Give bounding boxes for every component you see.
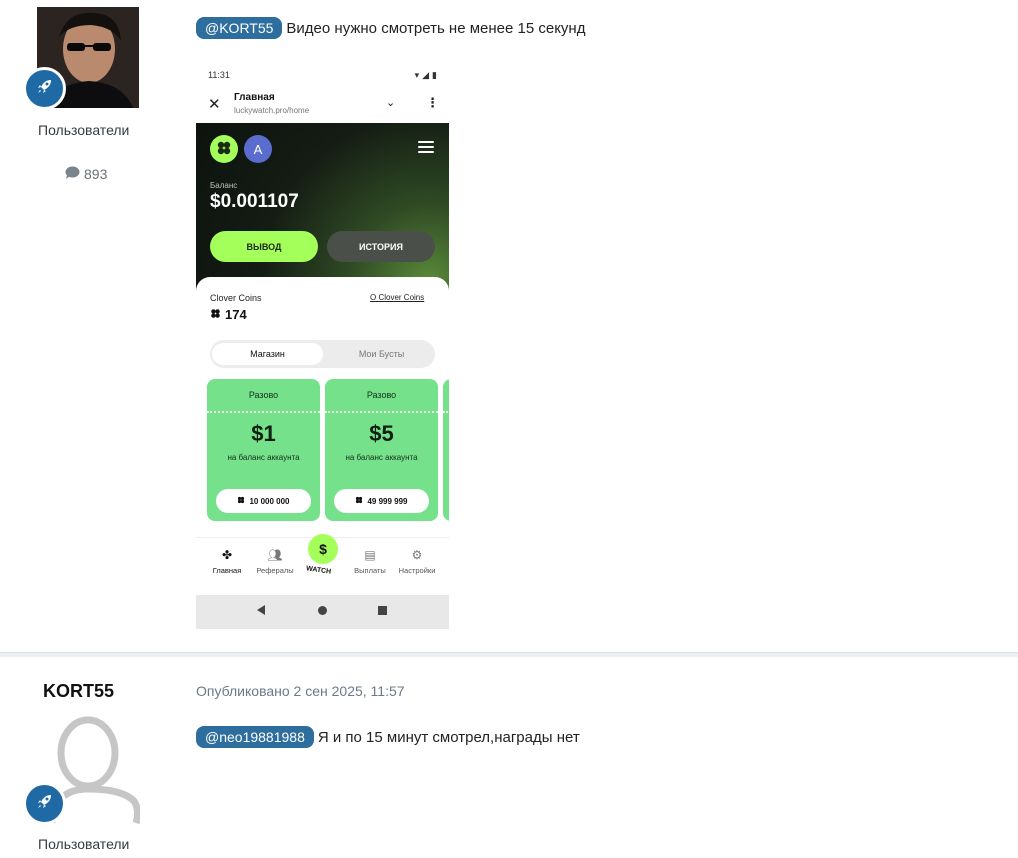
comment-icon <box>65 166 80 182</box>
clover-coins-amount: 174 <box>225 307 247 322</box>
back-icon <box>257 605 265 615</box>
close-icon: ✕ <box>208 96 221 113</box>
wallet-icon: ▤ <box>364 548 376 562</box>
clover-logo <box>210 135 238 163</box>
clover-icon <box>355 496 363 506</box>
menu-icon <box>418 141 434 153</box>
status-icons: ▾ ◢ ▮ <box>415 70 437 81</box>
offer-body: $5 на баланс аккаунта 49 999 999 <box>325 411 438 521</box>
post-text: Я и по 15 минут смотрел,награды нет <box>317 728 580 746</box>
author-name[interactable]: KORT55 <box>43 681 114 702</box>
battery-icon: ▮ <box>432 69 437 80</box>
browser-url: luckywatch.pro/home <box>234 106 310 115</box>
users-icon: 👥︎ <box>267 548 283 562</box>
app-tabbar: ✤ Главная 👥︎ Рефералы $ WATCH ▤ Выплаты … <box>196 534 449 593</box>
user-group: Пользователи <box>38 836 130 852</box>
app-card: Clover Coins О Clover Coins 174 Магазин … <box>196 277 449 537</box>
browser-title: Главная <box>234 92 275 103</box>
tab-settings-label: Настройки <box>398 566 436 575</box>
tab-my-boosts: Мои Бусты <box>358 349 405 359</box>
tab-home: ✤ Главная <box>204 548 250 575</box>
watch-button: $ <box>308 534 338 564</box>
more-vert-icon: ⋮ <box>426 95 439 110</box>
attached-screenshot[interactable]: 11:31 ▾ ◢ ▮ ✕ Главная luckywatch.pro/hom… <box>196 63 449 629</box>
tab-referrals: 👥︎ Рефералы <box>252 548 298 575</box>
rocket-icon <box>36 77 54 100</box>
offer-cost: 49 999 999 <box>334 489 429 513</box>
offer-type: Разово <box>325 379 438 411</box>
post-1: Пользователи 893 @KORT55 Видео нужно смо… <box>0 0 1018 652</box>
post-divider <box>0 652 1018 657</box>
wifi-icon: ▾ <box>414 69 420 80</box>
user-mention[interactable]: @KORT55 <box>196 17 283 39</box>
rocket-icon <box>36 792 54 815</box>
offer-subtitle: на баланс аккаунта <box>227 453 300 462</box>
chevron-down-icon: ⌄ <box>386 97 396 109</box>
browser-bar: ✕ Главная luckywatch.pro/home ⌄ ⋮ <box>196 87 449 123</box>
offer-type: Разово <box>207 379 320 411</box>
tab-home-label: Главная <box>212 566 242 575</box>
tab-payouts-label: Выплаты <box>354 566 386 575</box>
clover-icon <box>237 496 245 506</box>
offer-body: $1 на баланс аккаунта 10 000 000 <box>207 411 320 521</box>
post-content: @KORT55 Видео нужно смотреть не менее 15… <box>196 17 585 39</box>
user-group: Пользователи <box>38 122 130 138</box>
post-text: Видео нужно смотреть не менее 15 секунд <box>286 19 586 37</box>
post-content: @neo19881988 Я и по 15 минут смотрел,наг… <box>196 726 580 748</box>
clover-coins-value: 174 <box>210 307 247 322</box>
offer-price: $5 <box>369 421 394 446</box>
clover-icon: ✤ <box>221 548 233 562</box>
clover-icon <box>216 140 232 158</box>
post-count-value: 893 <box>84 166 108 182</box>
offer-card-partial <box>443 379 449 521</box>
offer-card: Разово $5 на баланс аккаунта 49 999 999 <box>325 379 438 521</box>
offer-subtitle: на баланс аккаунта <box>345 453 418 462</box>
rank-badge <box>23 67 66 110</box>
user-mention[interactable]: @neo19881988 <box>196 726 314 748</box>
status-time: 11:31 <box>208 70 230 80</box>
balance-label: Баланс <box>210 181 238 190</box>
watch-label: WATCH <box>305 565 332 576</box>
segment-control: Магазин Мои Бусты <box>210 340 435 368</box>
offer-cost-value: 10 000 000 <box>249 496 290 506</box>
tab-settings: ⚙ Настройки <box>394 548 440 575</box>
tab-shop: Магазин <box>212 343 323 365</box>
clover-coins-title: Clover Coins <box>210 293 262 303</box>
app-avatar: A <box>244 135 272 163</box>
home-icon <box>318 606 327 615</box>
tab-payouts: ▤ Выплаты <box>347 548 393 575</box>
recent-apps-icon <box>378 606 387 615</box>
offer-price: $1 <box>251 421 276 446</box>
clover-icon <box>210 307 221 322</box>
rank-badge <box>23 782 66 825</box>
signal-icon: ◢ <box>422 69 430 80</box>
balance-value: $0.001107 <box>210 191 299 212</box>
history-button: ИСТОРИЯ <box>327 231 435 262</box>
phone-status-bar: 11:31 ▾ ◢ ▮ <box>196 63 449 87</box>
clover-coins-link: О Clover Coins <box>370 293 425 302</box>
android-navbar <box>196 595 449 629</box>
offer-cost-value: 49 999 999 <box>367 496 408 506</box>
withdraw-button: ВЫВОД <box>210 231 318 262</box>
offer-card: Разово $1 на баланс аккаунта 10 000 000 <box>207 379 320 521</box>
tab-referrals-label: Рефералы <box>256 566 294 575</box>
post-date[interactable]: Опубликовано 2 сен 2025, 11:57 <box>196 683 405 699</box>
post-count: 893 <box>65 166 107 182</box>
offer-cost: 10 000 000 <box>216 489 311 513</box>
gear-icon: ⚙ <box>411 548 423 562</box>
